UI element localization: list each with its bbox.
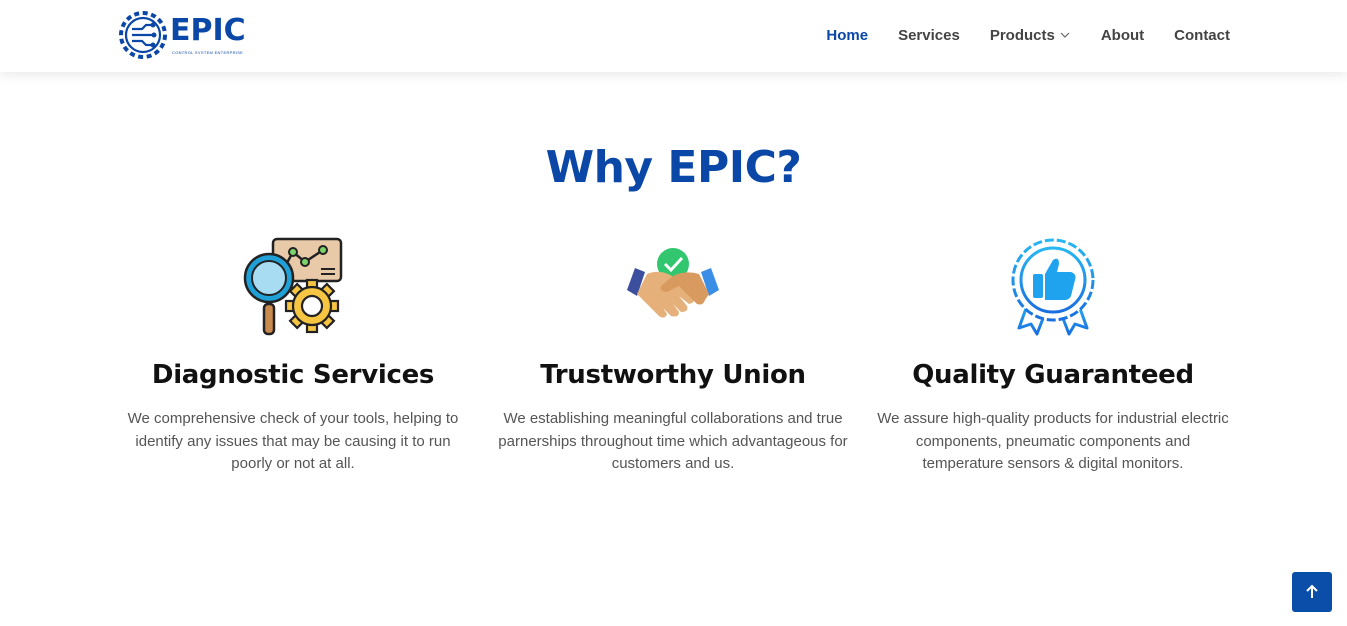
feature-card-trust: Trustworthy Union We establishing meanin… [483, 236, 863, 476]
feature-title: Trustworthy Union [540, 360, 806, 390]
quality-badge-icon [1011, 238, 1095, 336]
features-row: Diagnostic Services We comprehensive che… [103, 236, 1243, 476]
feature-card-quality: Quality Guaranteed We assure high-qualit… [863, 236, 1243, 476]
brand-logo[interactable]: EPIC CONTROL SYSTEM ENTERPRISE [118, 9, 246, 61]
feature-title: Quality Guaranteed [912, 360, 1194, 390]
nav-products[interactable]: Products [990, 24, 1071, 46]
nav-contact[interactable]: Contact [1174, 24, 1230, 46]
arrow-up-icon [1306, 584, 1318, 598]
feature-title: Diagnostic Services [151, 360, 435, 390]
feature-card-diagnostic: Diagnostic Services We comprehensive che… [103, 236, 483, 476]
nav-services[interactable]: Services [898, 24, 960, 46]
brand-tagline: CONTROL SYSTEM ENTERPRISE [172, 50, 244, 55]
nav-about[interactable]: About [1101, 24, 1144, 46]
diagnostic-icon [243, 237, 343, 336]
handshake-icon [627, 248, 719, 318]
gear-circuit-logo-icon [119, 11, 167, 59]
main-nav: Home Services Products About Contact [826, 24, 1230, 46]
nav-products-label: Products [989, 26, 1055, 44]
back-to-top-button[interactable] [1292, 572, 1332, 612]
feature-description: We assure high-quality products for indu… [877, 410, 1229, 472]
feature-description: We comprehensive check of your tools, he… [127, 410, 459, 472]
section-title: Why EPIC? [545, 142, 802, 193]
site-header: EPIC CONTROL SYSTEM ENTERPRISE Home Serv… [0, 0, 1347, 72]
brand-name: EPIC [170, 13, 246, 48]
chevron-down-icon [1060, 32, 1070, 38]
nav-home[interactable]: Home [826, 24, 868, 46]
feature-description: We establishing meaningful collaboration… [498, 410, 848, 472]
